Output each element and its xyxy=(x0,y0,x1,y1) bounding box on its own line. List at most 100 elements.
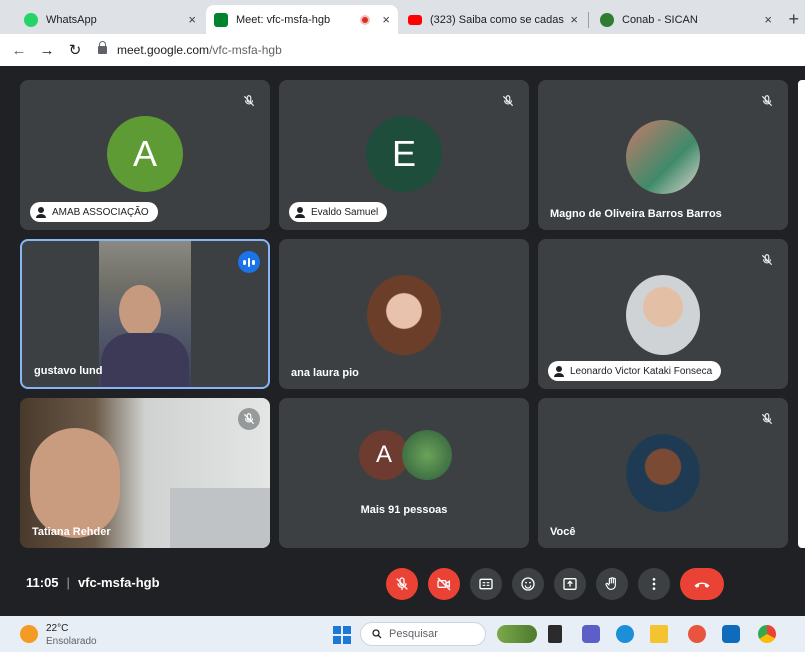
tab-title: WhatsApp xyxy=(46,13,97,26)
taskbar-widget-icon[interactable] xyxy=(497,625,537,643)
participant-tile[interactable]: Tatiana Rehder xyxy=(20,398,270,548)
close-tab-icon[interactable]: × xyxy=(188,12,196,27)
participant-name: AMAB ASSOCIAÇÃO xyxy=(52,206,149,218)
participant-tile-speaking[interactable]: gustavo lund xyxy=(20,239,270,389)
address-bar: ← → ↻ meet.google.com/vfc-msfa-hgb xyxy=(0,34,805,66)
meeting-details: 11:05 | vfc-msfa-hgb xyxy=(26,575,160,590)
participant-tile[interactable]: E Evaldo Samuel xyxy=(279,80,529,230)
participant-name: Tatiana Rehder xyxy=(32,526,111,538)
captions-icon xyxy=(479,578,493,590)
avatar xyxy=(402,430,452,480)
participant-tile[interactable]: ana laura pio xyxy=(279,239,529,389)
weather-temperature[interactable]: 22°C xyxy=(46,623,68,634)
tab-conab[interactable]: Conab - SICAN × xyxy=(592,5,780,34)
mic-off-icon xyxy=(756,249,778,271)
tab-meet[interactable]: Meet: vfc-msfa-hgb × xyxy=(206,5,398,34)
tab-whatsapp[interactable]: WhatsApp × xyxy=(16,5,204,34)
meeting-time: 11:05 xyxy=(26,575,59,590)
participant-tile[interactable]: Magno de Oliveira Barros Barros xyxy=(538,80,788,230)
avatar: A xyxy=(107,116,183,192)
raise-hand-button[interactable] xyxy=(596,568,628,600)
close-tab-icon[interactable]: × xyxy=(764,12,772,27)
side-panel-edge xyxy=(798,80,805,548)
mic-toggle-button[interactable] xyxy=(386,568,418,600)
video-subject xyxy=(30,428,120,538)
close-tab-icon[interactable]: × xyxy=(570,12,578,27)
youtube-icon xyxy=(408,14,422,25)
captions-button[interactable] xyxy=(470,568,502,600)
taskbar-search[interactable]: Pesquisar xyxy=(360,622,486,646)
tab-title: Conab - SICAN xyxy=(622,13,698,26)
person-icon xyxy=(295,207,305,218)
avatar xyxy=(367,275,441,355)
camera-off-icon xyxy=(437,577,451,591)
participant-tile[interactable]: A AMAB ASSOCIAÇÃO xyxy=(20,80,270,230)
store-icon[interactable] xyxy=(722,625,740,643)
emoji-button[interactable] xyxy=(512,568,544,600)
browser-tab-bar: WhatsApp × Meet: vfc-msfa-hgb × (323) Sa… xyxy=(0,0,805,34)
search-placeholder: Pesquisar xyxy=(389,628,438,640)
participant-name-label: Evaldo Samuel xyxy=(289,202,388,222)
mic-off-icon xyxy=(238,408,260,430)
firefox-icon[interactable] xyxy=(688,625,706,643)
participant-overflow-tile[interactable]: A Mais 91 pessoas xyxy=(279,398,529,548)
back-arrow-icon[interactable]: ← xyxy=(10,42,28,59)
participant-video xyxy=(99,241,191,387)
url-field[interactable]: meet.google.com/vfc-msfa-hgb xyxy=(117,43,282,57)
file-explorer-icon[interactable] xyxy=(650,625,668,643)
whatsapp-icon xyxy=(24,12,38,27)
more-vert-icon xyxy=(652,578,656,590)
windows-start-icon[interactable] xyxy=(333,626,351,644)
meeting-code: vfc-msfa-hgb xyxy=(77,575,160,590)
participant-name-label: AMAB ASSOCIAÇÃO xyxy=(30,202,158,222)
url-path: /vfc-msfa-hgb xyxy=(209,43,282,57)
recording-indicator-icon xyxy=(360,14,371,25)
hangup-icon xyxy=(694,582,710,588)
new-tab-button[interactable]: + xyxy=(788,9,799,30)
lock-icon[interactable] xyxy=(98,41,107,54)
mic-off-icon xyxy=(497,90,519,112)
forward-arrow-icon[interactable]: → xyxy=(38,42,56,59)
participant-tile-self[interactable]: Você xyxy=(538,398,788,548)
teams-icon[interactable] xyxy=(582,625,600,643)
video-background xyxy=(170,488,270,548)
meet-icon xyxy=(214,12,228,27)
participant-tile[interactable]: Leonardo Victor Kataki Fonseca xyxy=(538,239,788,389)
video-subject xyxy=(101,333,189,387)
mic-off-icon xyxy=(756,408,778,430)
tab-youtube[interactable]: (323) Saiba como se cadastrar no × xyxy=(400,5,586,34)
mic-off-icon xyxy=(756,90,778,112)
reload-icon[interactable]: ↻ xyxy=(66,41,84,59)
edge-icon[interactable] xyxy=(616,625,634,643)
mic-off-icon xyxy=(396,577,408,590)
present-button[interactable] xyxy=(554,568,586,600)
leave-call-button[interactable] xyxy=(680,568,724,600)
url-host: meet.google.com xyxy=(117,43,210,57)
person-icon xyxy=(36,207,46,218)
participant-name: Leonardo Victor Kataki Fonseca xyxy=(570,365,713,377)
conab-icon xyxy=(600,12,614,27)
meeting-separator: | xyxy=(66,575,70,590)
more-participants-label: Mais 91 pessoas xyxy=(360,504,448,516)
sun-icon[interactable] xyxy=(20,625,38,643)
os-taskbar: 22°C Ensolarado Pesquisar xyxy=(0,616,805,652)
participant-name: gustavo lund xyxy=(34,365,103,377)
participant-name: Magno de Oliveira Barros Barros xyxy=(550,208,722,220)
tab-separator xyxy=(588,12,589,28)
close-tab-icon[interactable]: × xyxy=(382,12,390,27)
speaking-indicator-icon xyxy=(238,251,260,273)
video-subject xyxy=(119,285,161,337)
participant-name: ana laura pio xyxy=(291,367,359,379)
task-view-icon[interactable] xyxy=(548,625,562,643)
avatar xyxy=(626,434,700,512)
participant-name-label: Leonardo Victor Kataki Fonseca xyxy=(548,361,722,381)
camera-toggle-button[interactable] xyxy=(428,568,460,600)
meet-control-bar: 11:05 | vfc-msfa-hgb xyxy=(0,556,805,616)
tab-title: Meet: vfc-msfa-hgb xyxy=(236,13,331,26)
present-icon xyxy=(563,578,577,590)
person-icon xyxy=(554,366,564,377)
chrome-icon[interactable] xyxy=(758,625,776,643)
more-options-button[interactable] xyxy=(638,568,670,600)
weather-description[interactable]: Ensolarado xyxy=(46,636,97,647)
avatar xyxy=(626,120,700,194)
